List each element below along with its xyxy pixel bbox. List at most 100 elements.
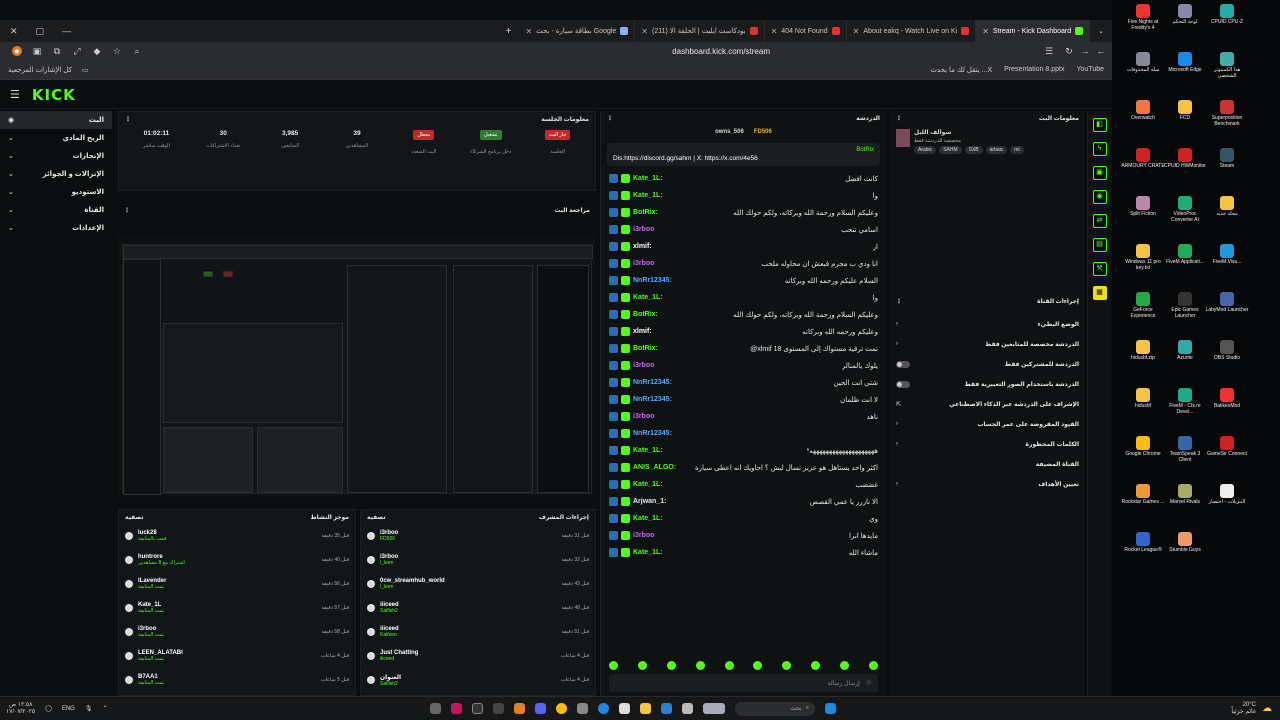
pinned-message[interactable]: BotRix Dis:https://discord.gg/sahm | X: …: [607, 143, 880, 166]
desktop-icon[interactable]: GeForce Experience: [1121, 292, 1165, 319]
zoom-icon[interactable]: ⌕: [132, 46, 142, 56]
address-bar[interactable]: dashboard.kick.com/stream: [672, 47, 770, 56]
desktop-icon[interactable]: Stumble Guys: [1163, 532, 1207, 554]
chat-message[interactable]: xlmif: وعليكم ورحمه الله وبركاته: [601, 323, 886, 340]
chat-message[interactable]: i3rboo مايدها ابرا: [601, 527, 886, 544]
desktop-icon[interactable]: LabyMod Launcher: [1205, 292, 1249, 314]
chat-message[interactable]: NnRr12345:: [601, 425, 886, 442]
tool-button[interactable]: ϟ: [1092, 142, 1107, 156]
chat-message[interactable]: i3rboo ناهد: [601, 408, 886, 425]
taskbar-search[interactable]: بحث ⌕: [735, 701, 815, 716]
chat-message[interactable]: ANIS_ALGO: اكثر واحد يستاهل هو عزيز تسأل …: [601, 459, 886, 476]
chat-message[interactable]: xlmif: ار: [601, 238, 886, 255]
desktop-icon[interactable]: FiveM Applicati...: [1163, 244, 1207, 266]
store-icon[interactable]: [619, 703, 630, 714]
sidebar-item[interactable]: ⌄ الربح المادي: [0, 129, 112, 147]
language-indicator[interactable]: ENG: [62, 706, 75, 712]
browser-tab[interactable]: ✕ About eakq - Watch Live on Ki: [847, 20, 977, 42]
list-item[interactable]: i3rboo FD506 قبل 31 دقيقة: [361, 524, 595, 548]
app-icon[interactable]: [703, 703, 725, 714]
close-window-icon[interactable]: ✕: [10, 26, 18, 37]
chat-username[interactable]: i3rboo: [633, 532, 654, 539]
stream-preview[interactable]: [118, 234, 596, 496]
chat-username[interactable]: i3rboo: [633, 260, 654, 267]
app-icon[interactable]: [451, 703, 462, 714]
desktop-icon[interactable]: التنزيلات - اختصار: [1205, 484, 1249, 506]
app-icon[interactable]: [514, 703, 525, 714]
desktop-icon[interactable]: CPUID HWMonitor: [1163, 148, 1207, 170]
chat-message[interactable]: BotRix: وعليكم السلام ورحمة الله وبركاته،…: [601, 306, 886, 323]
list-item[interactable]: iiiceed Saifish2 قبل 48 دقيقة: [361, 596, 595, 620]
desktop-icon[interactable]: FiveM - Cfx.re Devel...: [1163, 388, 1207, 415]
desktop-icon[interactable]: Steam: [1205, 148, 1249, 170]
list-item[interactable]: huntrore اشتراك مع 8 مشاهدين قبل 40 دقيقة: [119, 548, 355, 572]
new-tab-icon[interactable]: +: [498, 26, 520, 37]
more-icon[interactable]: ⋮: [896, 298, 902, 305]
tool-button[interactable]: ▦: [1092, 286, 1107, 300]
chat-message[interactable]: BotRix: وعليكم السلام ورحمة الله وبركاته،…: [601, 204, 886, 221]
chat-username[interactable]: Kate_1L:: [633, 192, 663, 199]
more-icon[interactable]: ⋮: [125, 116, 131, 123]
site-settings-icon[interactable]: ☰: [1044, 46, 1054, 56]
list-item[interactable]: i3rboo l_leen قبل 32 دقيقة: [361, 548, 595, 572]
minimize-window-icon[interactable]: —: [62, 26, 71, 37]
app-icon[interactable]: [577, 703, 588, 714]
desktop-icon[interactable]: FCD: [1163, 100, 1207, 122]
chat-setting-row[interactable]: الدردشة مخصصة للمتابعين فقط ›: [890, 334, 1085, 354]
emote-icon[interactable]: [868, 661, 878, 670]
sidebar-item[interactable]: ⌄ الاستوديو: [0, 183, 112, 201]
desktop-icon[interactable]: Azurite: [1163, 340, 1207, 362]
desktop-icon[interactable]: سلة المحذوفات: [1121, 52, 1165, 74]
browser-tab[interactable]: ✕ (211) بودكاست ايليت | الحلقة الا: [635, 20, 765, 42]
filter-button[interactable]: تصفية: [367, 514, 386, 521]
close-tab-icon[interactable]: ✕: [771, 27, 778, 36]
list-item[interactable]: Just Chatting iiiceed قبل 4 ساعات: [361, 644, 595, 668]
emote-icon[interactable]: [637, 661, 647, 670]
desktop-icon[interactable]: Epic Games Launcher: [1163, 292, 1207, 319]
close-tab-icon[interactable]: ✕: [641, 27, 648, 36]
chat-message[interactable]: NnRr12345: لا انت ظلمان: [601, 391, 886, 408]
list-item[interactable]: iiiceed Kaifzen قبل 51 دقيقة: [361, 620, 595, 644]
desktop-icon[interactable]: BakkesMod: [1205, 388, 1249, 410]
desktop-icon[interactable]: مجلد جديد: [1205, 196, 1249, 218]
emote-icon[interactable]: [695, 661, 705, 670]
chat-username[interactable]: Kate_1L:: [633, 549, 663, 556]
close-tab-icon[interactable]: ✕: [525, 27, 532, 36]
forward-icon[interactable]: →: [1080, 46, 1090, 56]
stream-tag[interactable]: arbaic: [985, 146, 1008, 154]
desktop-icon[interactable]: hidusbf.zip: [1121, 340, 1165, 362]
bookmark-item[interactable]: يتقل لك ما يحدث ...X: [930, 66, 992, 74]
app-icon[interactable]: [472, 703, 483, 714]
app-icon[interactable]: [661, 703, 672, 714]
top-gifter[interactable]: FD506: [754, 129, 772, 135]
sidebar-item[interactable]: ⌄ القناة: [0, 201, 112, 219]
desktop-icon[interactable]: Overwatch: [1121, 100, 1165, 122]
edge-icon[interactable]: [598, 703, 609, 714]
chat-username[interactable]: NnRr12345:: [633, 379, 672, 386]
chat-setting-row[interactable]: الدردشة باستخدام الصور التعبيرية فقط: [890, 374, 1085, 394]
more-icon[interactable]: ⋮: [124, 207, 130, 214]
reload-icon[interactable]: ↻: [1064, 46, 1074, 56]
desktop-icon[interactable]: Windows 11 pro key.txt: [1121, 244, 1165, 271]
chat-message[interactable]: i3rboo يلوك يالمنالر: [601, 357, 886, 374]
emote-icon[interactable]: [666, 661, 676, 670]
bookmark-item[interactable]: Presentation 8.pptx: [1004, 66, 1064, 74]
chat-username[interactable]: BotRix:: [633, 345, 658, 352]
chat-username[interactable]: NnRr12345:: [633, 430, 672, 437]
setting-toggle[interactable]: [896, 360, 910, 368]
chat-username[interactable]: ANIS_ALGO:: [633, 464, 676, 471]
sidebar-item[interactable]: ◉ البث: [0, 111, 112, 129]
chrome-icon[interactable]: [556, 703, 567, 714]
extensions-icon[interactable]: ◆: [92, 46, 102, 56]
emote-icon[interactable]: [782, 661, 792, 670]
browser-tab[interactable]: ✕ 404 Not Found: [765, 20, 847, 42]
explorer-icon[interactable]: [640, 703, 651, 714]
more-icon[interactable]: ⋮: [896, 115, 902, 122]
tool-button[interactable]: ⇄: [1092, 214, 1107, 228]
tool-button[interactable]: ▤: [1092, 238, 1107, 252]
clock-time[interactable]: ١٢:٥٨ ص: [6, 702, 35, 709]
chat-username[interactable]: NnRr12345:: [633, 396, 672, 403]
chat-username[interactable]: BotRix:: [633, 311, 658, 318]
emote-icon[interactable]: [724, 661, 734, 670]
desktop-icon[interactable]: Rocket League®: [1121, 532, 1165, 554]
